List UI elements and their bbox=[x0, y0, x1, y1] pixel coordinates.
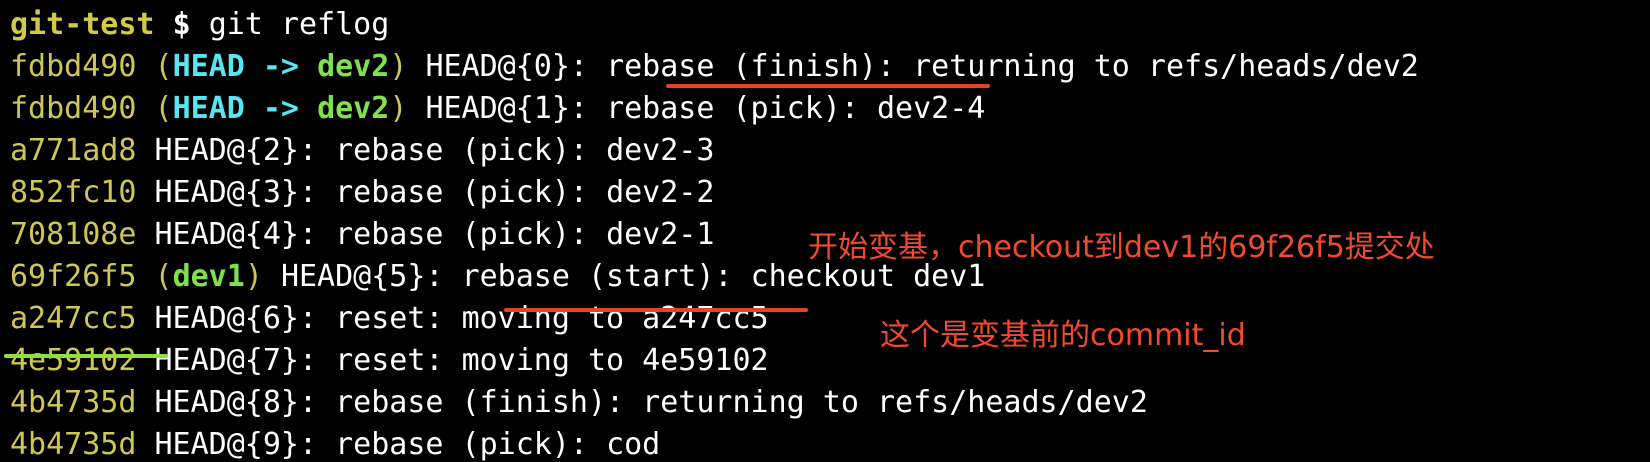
head-arrow: -> bbox=[262, 49, 299, 84]
commit-hash: 4e59102 bbox=[10, 343, 137, 378]
reflog-message: moving to a247cc5 bbox=[461, 301, 769, 336]
reflog-ref: HEAD@{8}: bbox=[154, 385, 318, 420]
reflog-action: rebase (pick): bbox=[335, 175, 588, 210]
reflog-action: rebase (pick): bbox=[606, 91, 859, 126]
commit-hash: 69f26f5 bbox=[10, 259, 137, 294]
reflog-action: reset: bbox=[335, 301, 444, 336]
reflog-message: dev2-3 bbox=[606, 133, 715, 168]
command-line: git-test $ git reflog bbox=[10, 4, 389, 46]
commit-hash: 4b4735d bbox=[10, 385, 137, 420]
reflog-entry: 4b4735d HEAD@{8}: rebase (finish): retur… bbox=[10, 382, 1148, 424]
reflog-action: rebase (finish): bbox=[606, 49, 896, 84]
reflog-action: rebase (pick): bbox=[335, 217, 588, 252]
commit-hash: a771ad8 bbox=[10, 133, 137, 168]
reflog-action: rebase (finish): bbox=[335, 385, 625, 420]
reflog-entry: 4b4735d HEAD@{9}: rebase (pick): cod bbox=[10, 424, 660, 462]
terminal-window[interactable]: git-test $ git reflog fdbd490 (HEAD -> d… bbox=[0, 0, 1650, 462]
commit-hash: 708108e bbox=[10, 217, 137, 252]
red-underline-rebase-start bbox=[504, 308, 808, 312]
reflog-message: dev2-2 bbox=[606, 175, 715, 210]
reflog-ref: HEAD@{1}: bbox=[425, 91, 588, 126]
reflog-message: cod bbox=[606, 427, 661, 462]
reflog-action: rebase (pick): bbox=[335, 427, 588, 462]
reflog-message: returning to refs/heads/dev2 bbox=[642, 385, 1148, 420]
reflog-entry: fdbd490 (HEAD -> dev2) HEAD@{0}: rebase … bbox=[10, 49, 1419, 84]
reflog-ref: HEAD@{7}: bbox=[154, 343, 318, 378]
green-underline-commit-hash bbox=[4, 354, 168, 358]
head-arrow: -> bbox=[262, 91, 299, 126]
reflog-entry: fdbd490 (HEAD -> dev2) HEAD@{1}: rebase … bbox=[10, 91, 986, 126]
reflog-message: dev2-4 bbox=[877, 91, 986, 126]
annotation-before-rebase: 这个是变基前的commit_id bbox=[880, 318, 1246, 353]
reflog-action: rebase (pick): bbox=[335, 133, 588, 168]
reflog-ref: HEAD@{9}: bbox=[154, 427, 318, 462]
reflog-action: reset: bbox=[335, 343, 444, 378]
prompt-directory: git-test bbox=[10, 7, 155, 42]
commit-hash: fdbd490 bbox=[10, 91, 137, 126]
branch-name: dev2 bbox=[317, 91, 390, 126]
annotation-rebase-start: 开始变基，checkout到dev1的69f26f5提交处 bbox=[808, 230, 1435, 265]
command-text: git reflog bbox=[208, 7, 390, 42]
reflog-entry: a771ad8 HEAD@{2}: rebase (pick): dev2-3 bbox=[10, 130, 714, 172]
commit-hash: a247cc5 bbox=[10, 301, 137, 336]
head-ref: HEAD bbox=[172, 91, 245, 126]
reflog-message: moving to 4e59102 bbox=[461, 343, 769, 378]
red-underline-rebase-finish bbox=[666, 84, 990, 88]
reflog-ref: HEAD@{6}: bbox=[154, 301, 318, 336]
reflog-ref: HEAD@{4}: bbox=[154, 217, 318, 252]
reflog-entry: a247cc5 HEAD@{6}: reset: moving to a247c… bbox=[10, 298, 769, 340]
reflog-action: rebase (start): bbox=[461, 259, 733, 294]
reflog-ref: HEAD@{0}: bbox=[425, 49, 588, 84]
reflog-entry: 852fc10 HEAD@{3}: rebase (pick): dev2-2 bbox=[10, 172, 714, 214]
reflog-message: returning to refs/heads/dev2 bbox=[913, 49, 1419, 84]
branch-name: dev2 bbox=[317, 49, 390, 84]
reflog-entry: 4e59102 HEAD@{7}: reset: moving to 4e591… bbox=[10, 340, 769, 382]
reflog-ref: HEAD@{5}: bbox=[280, 259, 444, 294]
commit-hash: 4b4735d bbox=[10, 427, 137, 462]
reflog-entry: 708108e HEAD@{4}: rebase (pick): dev2-1 bbox=[10, 214, 714, 256]
head-ref: HEAD bbox=[172, 49, 245, 84]
prompt-sign: $ bbox=[172, 7, 191, 42]
reflog-message: dev2-1 bbox=[606, 217, 715, 252]
commit-hash: fdbd490 bbox=[10, 49, 137, 84]
reflog-ref: HEAD@{2}: bbox=[154, 133, 318, 168]
branch-name: dev1 bbox=[172, 259, 245, 294]
commit-hash: 852fc10 bbox=[10, 175, 137, 210]
reflog-ref: HEAD@{3}: bbox=[154, 175, 318, 210]
